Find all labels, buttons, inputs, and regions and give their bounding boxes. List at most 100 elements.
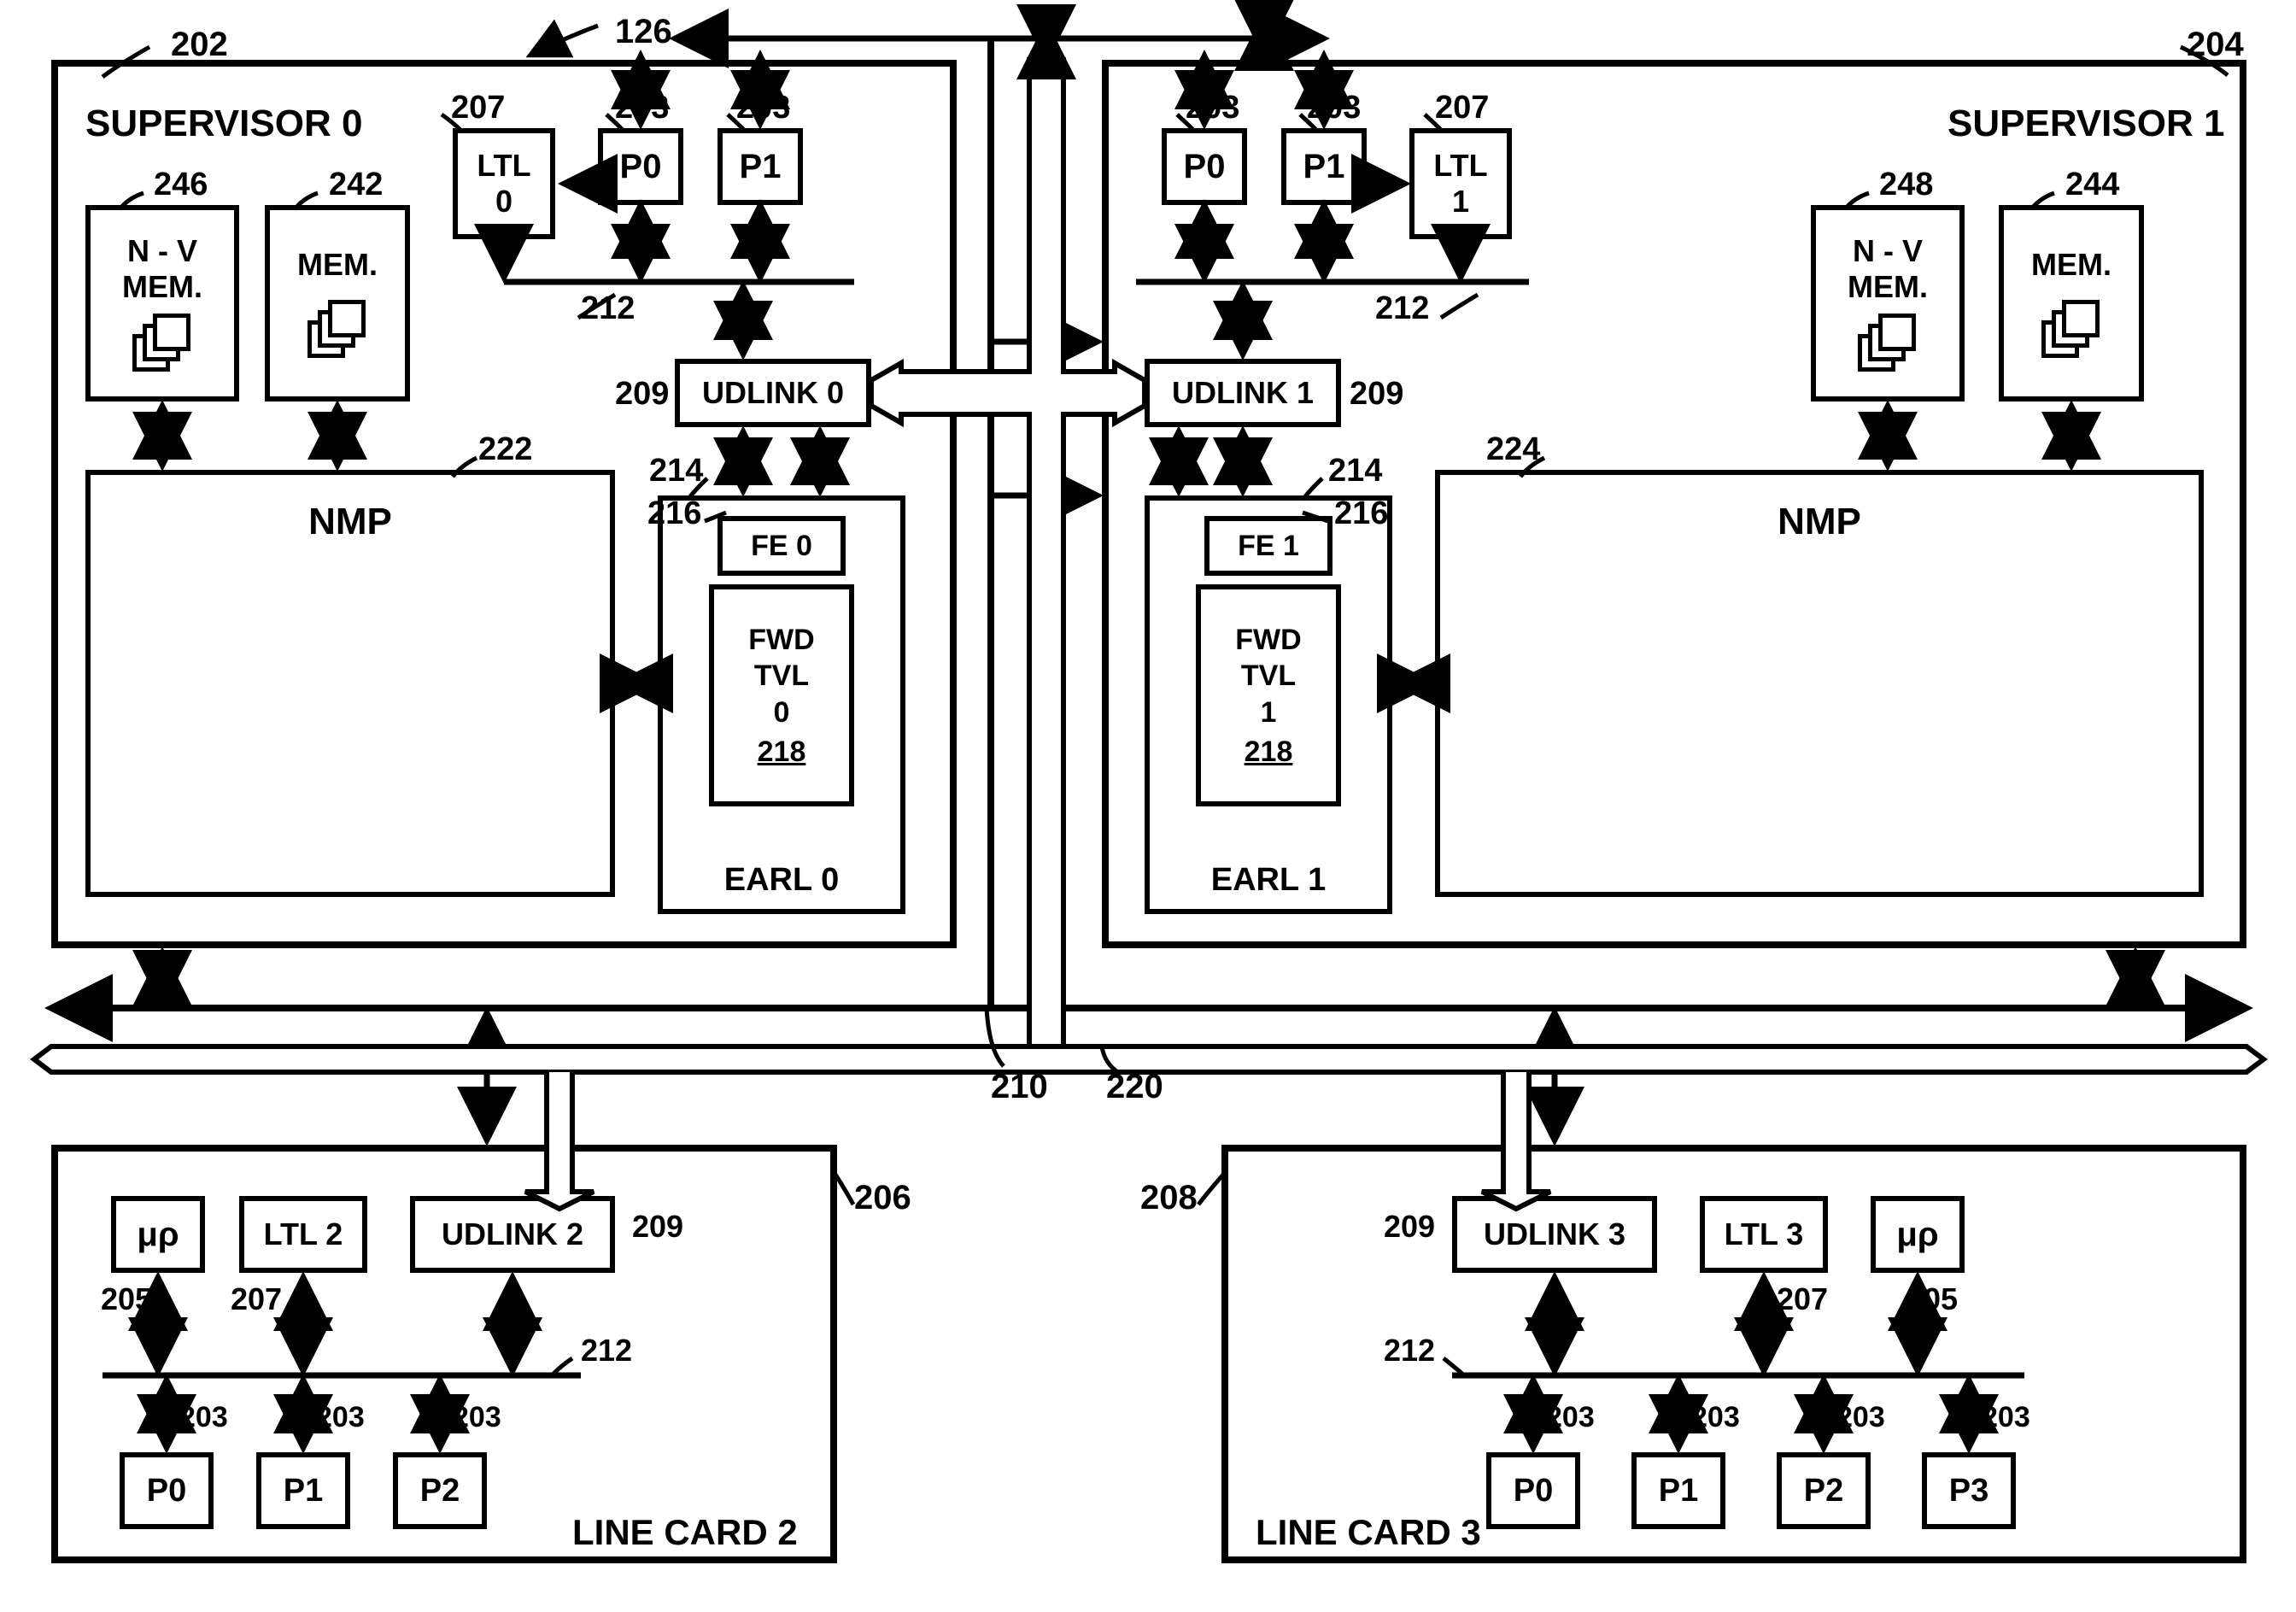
lc3-ref: 208: [1140, 1179, 1198, 1217]
lc3-bus-ref: 212: [1384, 1333, 1435, 1369]
nmp-1-label: NMP: [1778, 501, 1861, 543]
ltl-1-label: LTL 1: [1433, 148, 1487, 220]
sup1-p-ref-b: 203: [1307, 90, 1361, 126]
lc2-p-ref-b: 203: [316, 1401, 365, 1434]
lc2-bus-ref: 212: [581, 1333, 632, 1369]
nvmem-1: N - V MEM.: [1811, 205, 1965, 402]
sup0-p0-label: P0: [620, 148, 662, 186]
mem-1: MEM.: [1999, 205, 2144, 402]
nmp-1: NMP: [1435, 470, 2204, 897]
sup0-bus-ref: 212: [581, 290, 635, 327]
lc3-udlink-ref: 209: [1384, 1209, 1435, 1245]
lc2-udlink-label: UDLINK 2: [442, 1216, 583, 1252]
earl-1-ref: 214: [1328, 453, 1382, 489]
doc-icon: [1858, 314, 1918, 373]
solid-bus-ref: 210: [991, 1068, 1048, 1106]
fe-1: FE 1: [1204, 516, 1332, 576]
lc2-udlink: UDLINK 2: [410, 1196, 615, 1273]
doc-icon: [308, 300, 367, 360]
supervisor-1-title: SUPERVISOR 1: [1948, 103, 2224, 145]
sup1-bus-ref: 212: [1375, 290, 1429, 327]
sup1-p-ref-a: 203: [1186, 90, 1239, 126]
lc2-ltl: LTL 2: [239, 1196, 367, 1273]
lc3-p1: P1: [1631, 1452, 1725, 1529]
lc3-p-ref-c: 203: [1836, 1401, 1885, 1434]
mem-1-label: MEM.: [2031, 247, 2112, 283]
fwd-0: FWD TVL 0 218: [709, 584, 854, 806]
lc3-up-label: μρ: [1896, 1216, 1938, 1254]
fe-0: FE 0: [718, 516, 846, 576]
lc3-p3: P3: [1922, 1452, 2016, 1529]
doc-icon: [132, 314, 192, 373]
lc2-p2: P2: [393, 1452, 487, 1529]
udlink-1-label: UDLINK 1: [1172, 375, 1314, 411]
nmp-1-ref: 224: [1486, 431, 1540, 468]
ltl-0: LTL 0: [453, 128, 555, 239]
fe-1-ref: 216: [1334, 495, 1388, 532]
udlink-1-ref: 209: [1350, 376, 1403, 413]
lc2-ltl-ref: 207: [231, 1281, 282, 1317]
earl-1-label: EARL 1: [1150, 862, 1387, 899]
sup0-p1: P1: [718, 128, 803, 205]
mem-0-label: MEM.: [297, 247, 378, 283]
fwd-0-label: FWD TVL 0: [748, 622, 814, 731]
udlink-0: UDLINK 0: [675, 359, 871, 427]
udlink-0-ref: 209: [615, 376, 669, 413]
lc2-p-ref-c: 203: [453, 1401, 501, 1434]
lc2-p2-label: P2: [420, 1473, 460, 1509]
nvmem-0: N - V MEM.: [85, 205, 239, 402]
ref-126: 126: [615, 13, 672, 51]
supervisor-1-ref: 204: [2187, 26, 2244, 64]
lc3-p-ref-d: 203: [1982, 1401, 2030, 1434]
lc3-up-ref: 205: [1906, 1281, 1958, 1317]
hollow-bus-ref: 220: [1106, 1068, 1163, 1106]
sup0-p-ref-a: 203: [615, 90, 669, 126]
mem-0-ref: 242: [329, 167, 383, 203]
fwd-1-ref: 218: [1245, 736, 1293, 769]
fwd-0-ref: 218: [758, 736, 806, 769]
lc2-p1: P1: [256, 1452, 350, 1529]
lc2-p0: P0: [120, 1452, 214, 1529]
earl-0-label: EARL 0: [663, 862, 900, 899]
nmp-0: NMP: [85, 470, 615, 897]
sup1-p0-label: P0: [1184, 148, 1226, 186]
lc3-p0-label: P0: [1514, 1473, 1553, 1509]
nmp-0-label: NMP: [308, 501, 392, 543]
lc2-up: μρ: [111, 1196, 205, 1273]
lc3-p3-label: P3: [1949, 1473, 1988, 1509]
fwd-1-label: FWD TVL 1: [1235, 622, 1301, 731]
sup1-p1: P1: [1281, 128, 1367, 205]
lc3-udlink: UDLINK 3: [1452, 1196, 1657, 1273]
lc2-p1-label: P1: [284, 1473, 323, 1509]
earl-0-ref: 214: [649, 453, 703, 489]
udlink-0-label: UDLINK 0: [702, 375, 844, 411]
lc2-p0-label: P0: [147, 1473, 186, 1509]
lc3-ltl-label: LTL 3: [1725, 1216, 1804, 1252]
mem-0: MEM.: [265, 205, 410, 402]
sup0-p0: P0: [598, 128, 683, 205]
nvmem-1-ref: 248: [1879, 167, 1933, 203]
udlink-1: UDLINK 1: [1145, 359, 1341, 427]
lc2-udlink-ref: 209: [632, 1209, 683, 1245]
earl-1: FE 1 FWD TVL 1 218 EARL 1: [1145, 495, 1392, 914]
lc3-p1-label: P1: [1659, 1473, 1698, 1509]
lc3-p-ref-b: 203: [1691, 1401, 1740, 1434]
lc3-udlink-label: UDLINK 3: [1484, 1216, 1625, 1252]
sup1-p0: P0: [1162, 128, 1247, 205]
earl-0: FE 0 FWD TVL 0 218 EARL 0: [658, 495, 905, 914]
doc-icon: [2041, 300, 2101, 360]
lc3-p2-label: P2: [1804, 1473, 1843, 1509]
ltl-0-ref: 207: [451, 90, 505, 126]
lc3-p0: P0: [1486, 1452, 1580, 1529]
nvmem-1-label: N - V MEM.: [1848, 233, 1928, 305]
fwd-1: FWD TVL 1 218: [1196, 584, 1341, 806]
lc3-title: LINE CARD 3: [1256, 1512, 1481, 1553]
ltl-1-ref: 207: [1435, 90, 1489, 126]
nvmem-0-ref: 246: [154, 167, 208, 203]
lc2-title: LINE CARD 2: [572, 1512, 798, 1553]
supervisor-0-title: SUPERVISOR 0: [85, 103, 362, 145]
sup0-p-ref-b: 203: [736, 90, 790, 126]
ltl-1: LTL 1: [1409, 128, 1512, 239]
fe-1-label: FE 1: [1238, 530, 1299, 563]
lc2-up-label: μρ: [137, 1216, 179, 1254]
